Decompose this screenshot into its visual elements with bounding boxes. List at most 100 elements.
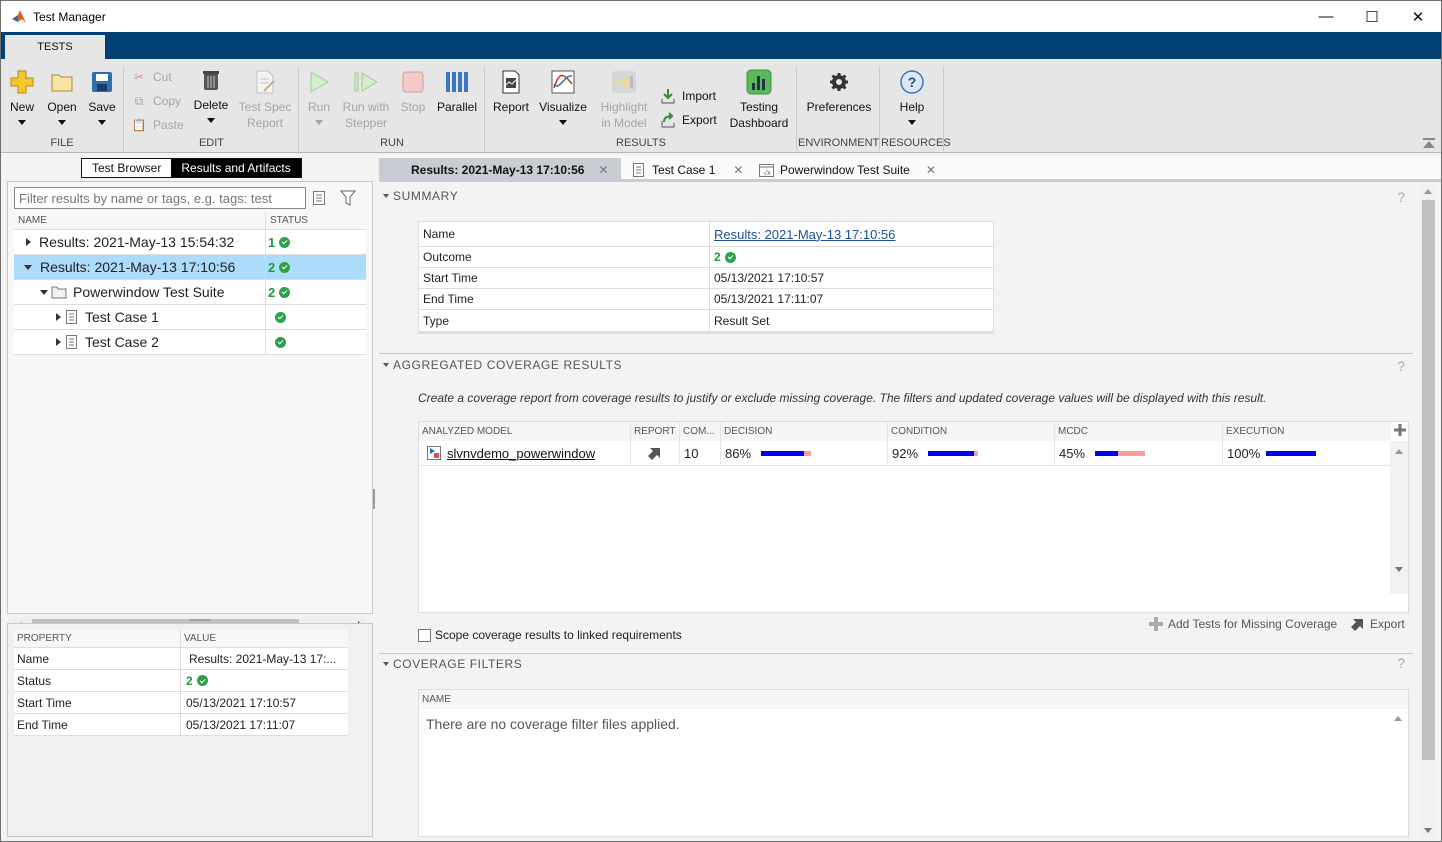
collapse-ribbon-icon[interactable] <box>1423 138 1435 148</box>
summary-help-icon[interactable]: ? <box>1397 189 1405 205</box>
coverage-export-button[interactable]: Export <box>1351 617 1405 631</box>
scroll-up-icon[interactable] <box>1424 189 1432 194</box>
highlight-in-model-button[interactable]: Highlight in Model <box>598 69 650 131</box>
svg-text:√x: √x <box>763 169 771 177</box>
minimize-button[interactable]: — <box>1303 1 1349 32</box>
column-mcdc: MCDC <box>1055 422 1223 441</box>
tree-row-results-2[interactable]: Results: 2021-May-13 17:10:56 2 <box>14 255 366 280</box>
floppy-disk-icon <box>89 69 115 95</box>
tree-row-test-case-2[interactable]: Test Case 2 <box>14 330 366 355</box>
save-button[interactable]: Save <box>87 69 117 125</box>
condition-percent: 92% <box>892 445 919 461</box>
results-and-artifacts-tab[interactable]: Results and Artifacts <box>171 159 301 177</box>
pane-splitter-handle[interactable] <box>190 619 210 621</box>
export-button[interactable]: Export <box>660 110 717 130</box>
checkbox[interactable] <box>418 628 431 642</box>
analyzed-model-link[interactable]: slvnvdemo_powerwindow <box>447 446 595 461</box>
run-with-stepper-button[interactable]: Run with Stepper <box>340 69 392 131</box>
tree-row-test-suite[interactable]: Powerwindow Test Suite 2 <box>14 280 366 305</box>
column-analyzed-model: ANALYZED MODEL <box>419 422 631 441</box>
close-tab-icon[interactable]: ✕ <box>598 163 608 177</box>
coverage-table-scrollbar[interactable] <box>1390 441 1408 594</box>
filter-funnel-icon[interactable] <box>338 188 358 208</box>
summary-row: Name Results: 2021-May-13 17:10:56 <box>419 222 993 247</box>
doc-tab-test-suite[interactable]: √x Powerwindow Test Suite ✕ <box>759 158 936 182</box>
filter-results-input[interactable] <box>14 187 306 209</box>
content-vertical-scrollbar[interactable] <box>1420 185 1436 837</box>
test-case-document-icon <box>66 310 77 324</box>
doc-tab-results[interactable]: Results: 2021-May-13 17:10:56 ✕ <box>379 158 621 182</box>
new-button[interactable]: New <box>7 69 37 125</box>
close-tab-icon[interactable]: ✕ <box>926 163 936 177</box>
summary-row: Outcome 2 <box>419 247 993 268</box>
section-divider <box>379 353 1413 354</box>
checkbox-label: Scope coverage results to linked require… <box>435 628 682 642</box>
summary-row: Type Result Set <box>419 310 993 331</box>
plus-icon <box>1149 617 1163 631</box>
delete-button[interactable]: Delete <box>191 67 231 123</box>
scrollbar-thumb[interactable] <box>1422 200 1435 760</box>
vertical-splitter-handle[interactable] <box>373 489 375 509</box>
group-label-results: RESULTS <box>616 137 666 149</box>
close-tab-icon[interactable]: ✕ <box>733 163 743 177</box>
ribbon-group-environment: Preferences ENVIRONMENT <box>798 67 880 151</box>
document-tabs: Results: 2021-May-13 17:10:56 ✕ Test Case… <box>379 157 1441 182</box>
coverage-section-toggle[interactable]: AGGREGATED COVERAGE RESULTS <box>383 358 622 372</box>
test-browser-tab[interactable]: Test Browser <box>82 159 172 177</box>
parallel-button[interactable]: Parallel <box>436 69 478 115</box>
group-label-run: RUN <box>380 137 404 149</box>
tree-row-results-1[interactable]: Results: 2021-May-13 15:54:32 1 <box>14 230 366 255</box>
summary-value: 05/13/2021 17:11:07 <box>714 292 824 306</box>
list-view-icon[interactable] <box>309 188 329 208</box>
testing-dashboard-button[interactable]: Testing Dashboard <box>728 69 790 131</box>
column-name: NAME <box>419 690 1408 709</box>
column-value: VALUE <box>184 633 217 644</box>
help-button[interactable]: ? Help <box>895 69 929 125</box>
open-report-arrow-icon[interactable] <box>648 446 662 460</box>
scroll-up-icon[interactable] <box>1394 716 1402 721</box>
preferences-button[interactable]: Preferences <box>804 69 874 115</box>
copy-button[interactable]: ⧉ Copy <box>131 91 181 111</box>
test-spec-report-button[interactable]: Test Spec Report <box>237 69 293 131</box>
scroll-down-icon[interactable] <box>1424 828 1432 833</box>
summary-row: Start Time 05/13/2021 17:10:57 <box>419 268 993 289</box>
test-manager-window: Test Manager — ☐ ✕ TESTS New Open Save F… <box>0 0 1442 842</box>
coverage-help-icon[interactable]: ? <box>1397 358 1405 374</box>
import-button[interactable]: Import <box>660 86 716 106</box>
collapse-arrow-icon[interactable] <box>40 289 48 295</box>
filters-section-toggle[interactable]: COVERAGE FILTERS <box>383 657 522 671</box>
expand-arrow-icon[interactable] <box>56 338 61 346</box>
paste-button[interactable]: 📋 Paste <box>131 115 184 135</box>
filters-help-icon[interactable]: ? <box>1397 655 1405 671</box>
complexity-value: 10 <box>680 441 721 465</box>
run-button[interactable]: Run <box>304 69 334 125</box>
summary-section-toggle[interactable]: SUMMARY <box>383 189 458 203</box>
scope-requirements-checkbox[interactable]: Scope coverage results to linked require… <box>418 628 682 642</box>
folder-icon <box>49 69 75 95</box>
missing-bar-segment <box>804 450 812 456</box>
copy-icon: ⧉ <box>134 93 144 108</box>
ribbon-tab-strip: TESTS <box>1 32 1441 59</box>
stop-button[interactable]: Stop <box>398 69 428 115</box>
close-button[interactable]: ✕ <box>1395 1 1441 32</box>
expand-arrow-icon[interactable] <box>56 313 61 321</box>
expand-arrow-icon[interactable] <box>26 238 31 246</box>
tree-row-test-case-1[interactable]: Test Case 1 <box>14 305 366 330</box>
collapse-arrow-icon[interactable] <box>24 264 32 270</box>
ribbon-tab-tests[interactable]: TESTS <box>5 35 105 59</box>
section-title: COVERAGE FILTERS <box>393 657 523 671</box>
add-column-plus-icon[interactable] <box>1394 424 1406 436</box>
cut-button[interactable]: ✂ Cut <box>131 67 172 87</box>
group-label-environment: ENVIRONMENT <box>798 137 880 149</box>
visualize-button[interactable]: Visualize <box>538 69 588 125</box>
property-value: 2 <box>186 673 193 688</box>
scroll-down-icon[interactable] <box>1395 567 1403 572</box>
export-arrow-icon <box>1351 619 1363 631</box>
add-tests-missing-coverage-button[interactable]: Add Tests for Missing Coverage <box>1149 617 1337 631</box>
results-name-link[interactable]: Results: 2021-May-13 17:10:56 <box>714 227 895 242</box>
report-button[interactable]: Report <box>492 69 530 115</box>
maximize-button[interactable]: ☐ <box>1349 1 1395 32</box>
open-button[interactable]: Open <box>45 69 79 125</box>
scroll-up-icon[interactable] <box>1395 449 1403 454</box>
doc-tab-test-case-1[interactable]: Test Case 1 ✕ <box>633 158 743 182</box>
